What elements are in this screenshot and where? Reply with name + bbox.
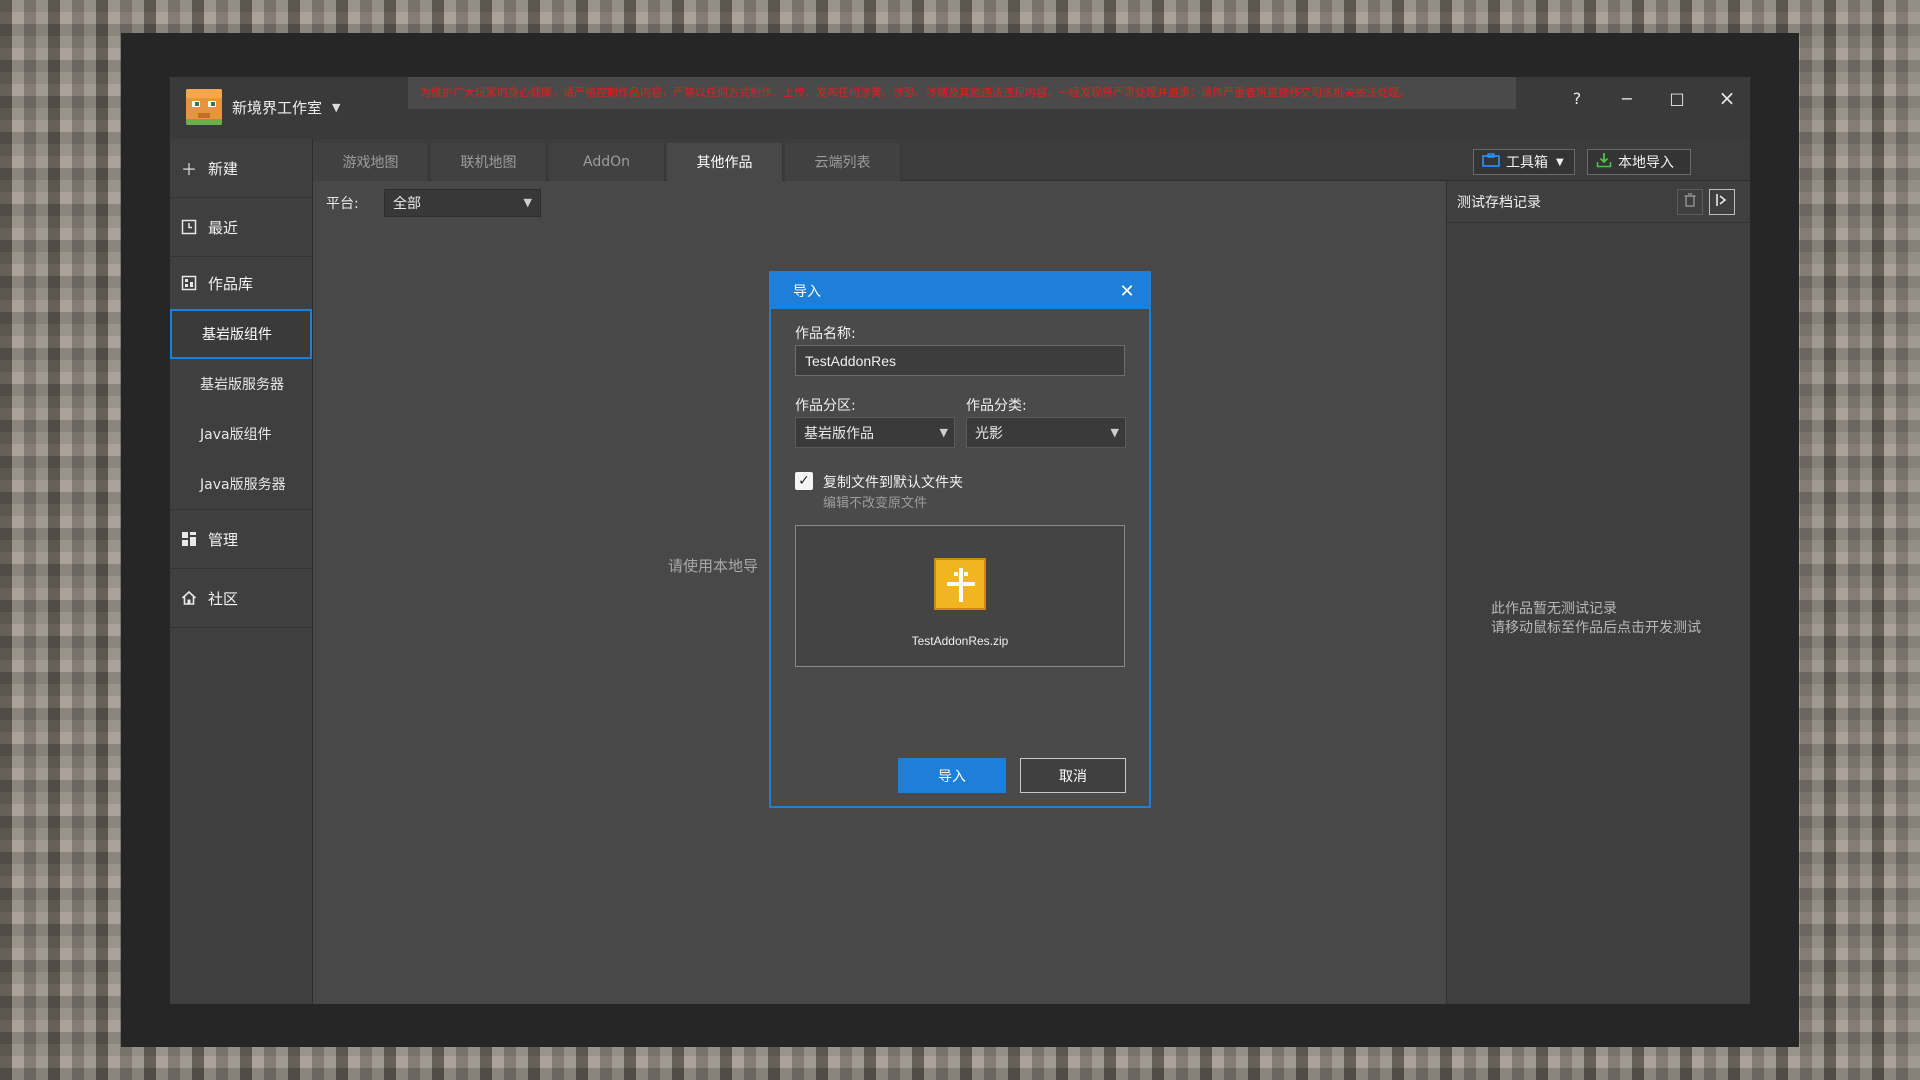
help-button[interactable]: ? <box>1557 83 1597 113</box>
category-select-value: 光影 <box>975 425 1003 442</box>
sidebar-item-label: 管理 <box>208 530 239 549</box>
dialog-title: 导入 <box>793 284 821 300</box>
sidebar-subitem-bedrock-components[interactable]: 基岩版组件 <box>170 309 312 359</box>
platform-select-value: 全部 <box>393 196 421 212</box>
chevron-down-icon: ▼ <box>1556 156 1564 168</box>
category-select[interactable]: 光影 ▼ <box>966 417 1126 448</box>
dialog-close-button[interactable]: ✕ <box>1115 279 1139 303</box>
close-icon: ✕ <box>1119 280 1135 302</box>
toolbox-button[interactable]: 工具箱 ▼ <box>1473 149 1575 175</box>
toolbox-label: 工具箱 <box>1506 155 1548 171</box>
copy-checkbox-label: 复制文件到默认文件夹 <box>823 475 963 491</box>
sidebar: ＋ 新建 最近 作品库 基岩版组件 基岩版服务器 Java版组件 Java版服务… <box>170 139 313 1004</box>
import-dialog: 导入 ✕ 作品名称: TestAddonRes 作品分区: 基岩版作品 ▼ 作品… <box>769 271 1151 808</box>
platform-filter-label: 平台: <box>326 196 359 212</box>
grid-icon <box>180 530 198 548</box>
file-drop-area[interactable]: TestAddonRes.zip <box>795 525 1125 667</box>
dialog-header: 导入 ✕ <box>771 273 1149 309</box>
sidebar-item-community[interactable]: 社区 <box>170 569 312 628</box>
notice-banner: 为维护广大玩家的身心健康，请严格控制作品内容，严禁以任何方式制作、上传、发布任何… <box>408 77 1516 109</box>
zone-select[interactable]: 基岩版作品 ▼ <box>795 417 955 448</box>
collapse-panel-button[interactable] <box>1709 189 1735 215</box>
sidebar-subitem-java-components[interactable]: Java版组件 <box>170 409 312 459</box>
minimize-icon: − <box>1620 88 1634 108</box>
test-record-panel: 测试存档记录 此作品暂无测试记录 请移动鼠标至作品后点击开发测试 <box>1446 181 1750 1004</box>
file-name: TestAddonRes.zip <box>911 634 1009 648</box>
sidebar-item-label: 社区 <box>208 589 239 608</box>
checkmark-icon: ✓ <box>798 473 810 489</box>
close-icon: × <box>1718 86 1736 110</box>
avatar <box>186 89 222 125</box>
sidebar-item-label: 最近 <box>208 218 239 237</box>
empty-line: 此作品暂无测试记录 <box>1491 601 1617 617</box>
local-import-button[interactable]: 本地导入 <box>1587 149 1691 175</box>
toolbox-icon <box>1482 153 1500 171</box>
library-icon <box>180 274 198 292</box>
zone-select-value: 基岩版作品 <box>804 425 874 442</box>
tab-bar: 游戏地图 联机地图 AddOn 其他作品 云端列表 工具箱 ▼ 本地导入 <box>313 139 1750 181</box>
tab-cloud-list[interactable]: 云端列表 <box>785 143 901 181</box>
chevron-down-icon: ▼ <box>1110 426 1119 439</box>
chevron-down-icon: ▼ <box>332 100 341 114</box>
empty-line: 请移动鼠标至作品后点击开发测试 <box>1491 620 1701 636</box>
help-icon: ? <box>1572 88 1582 108</box>
maximize-button[interactable]: □ <box>1657 83 1697 113</box>
tab-online-maps[interactable]: 联机地图 <box>431 143 547 181</box>
library-group: 作品库 基岩版组件 基岩版服务器 Java版组件 Java版服务器 <box>170 257 312 510</box>
platform-select[interactable]: 全部 ▼ <box>384 189 541 217</box>
chevron-down-icon: ▼ <box>523 196 532 209</box>
name-label: 作品名称: <box>795 326 856 342</box>
local-import-label: 本地导入 <box>1618 155 1674 171</box>
zone-label: 作品分区: <box>795 398 856 414</box>
plus-icon: ＋ <box>180 160 197 179</box>
sidebar-item-recent[interactable]: 最近 <box>170 198 312 257</box>
sidebar-item-library[interactable]: 作品库 <box>170 257 312 309</box>
studio-switcher[interactable]: 新境界工作室 ▼ <box>186 87 340 127</box>
title-bar: 新境界工作室 ▼ 为维护广大玩家的身心健康，请严格控制作品内容，严禁以任何方式制… <box>170 77 1750 139</box>
sidebar-subitem-java-servers[interactable]: Java版服务器 <box>170 459 312 509</box>
empty-hint: 请使用本地导 <box>668 557 759 575</box>
delete-record-button[interactable] <box>1677 189 1703 215</box>
tab-addon[interactable]: AddOn <box>549 143 665 181</box>
copy-checkbox-hint: 编辑不改变原文件 <box>823 496 928 511</box>
test-record-header: 测试存档记录 <box>1447 181 1750 223</box>
chevron-down-icon: ▼ <box>939 426 948 439</box>
sidebar-item-manage[interactable]: 管理 <box>170 510 312 569</box>
category-label: 作品分类: <box>966 398 1027 414</box>
cancel-button[interactable]: 取消 <box>1020 758 1126 793</box>
zip-file-icon <box>934 558 986 610</box>
test-record-empty: 此作品暂无测试记录 请移动鼠标至作品后点击开发测试 <box>1491 600 1701 638</box>
close-window-button[interactable]: × <box>1707 83 1747 113</box>
copy-to-default-checkbox[interactable]: ✓ <box>795 472 813 490</box>
home-icon <box>180 589 198 607</box>
import-button[interactable]: 导入 <box>898 758 1006 793</box>
tab-other-works[interactable]: 其他作品 <box>667 143 783 181</box>
name-input[interactable]: TestAddonRes <box>795 345 1125 376</box>
sidebar-item-label: 作品库 <box>208 274 254 293</box>
sidebar-item-new[interactable]: ＋ 新建 <box>170 139 312 198</box>
collapse-right-icon <box>1715 193 1729 211</box>
tab-game-maps[interactable]: 游戏地图 <box>313 143 429 181</box>
panel-title: 测试存档记录 <box>1457 194 1541 211</box>
sidebar-item-label: 新建 <box>208 159 239 178</box>
minimize-button[interactable]: − <box>1607 83 1647 113</box>
clock-icon <box>180 218 198 236</box>
maximize-icon: □ <box>1669 88 1685 108</box>
download-icon <box>1596 152 1612 172</box>
trash-icon <box>1684 193 1696 211</box>
sidebar-subitem-bedrock-servers[interactable]: 基岩版服务器 <box>170 359 312 409</box>
studio-name: 新境界工作室 <box>232 98 323 117</box>
